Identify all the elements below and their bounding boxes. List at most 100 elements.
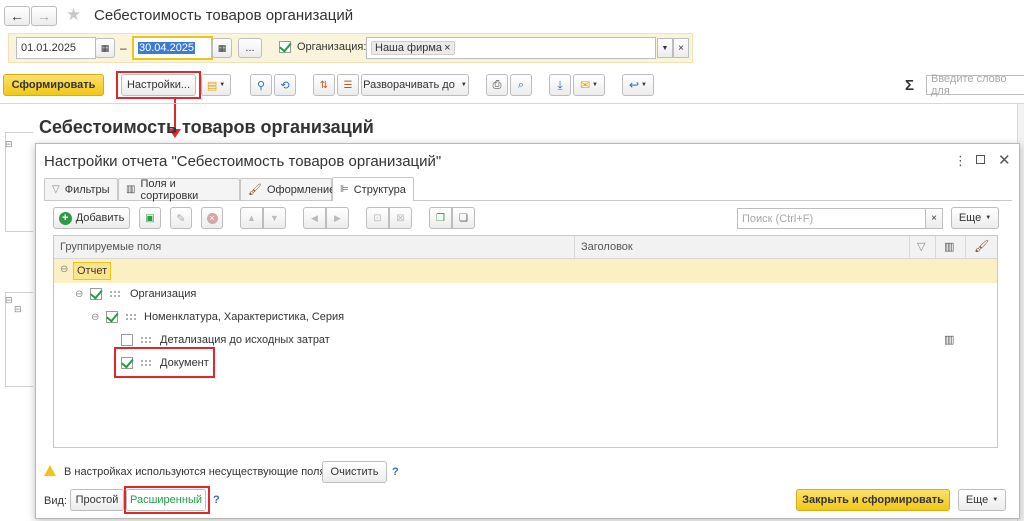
ungroup-level-icon: ⊠	[396, 212, 405, 224]
grouping-field-icon	[126, 314, 136, 320]
envelope-icon: ✉	[579, 78, 591, 92]
move-right-button[interactable]: ▶	[326, 207, 349, 229]
close-icon[interactable]: ✕	[998, 151, 1011, 169]
move-up-button[interactable]: ▲	[240, 207, 263, 229]
organization-clear-button[interactable]: ×	[673, 38, 689, 58]
view-extended-button[interactable]: Расширенный	[126, 489, 206, 511]
window-title: Себестоимость товаров организаций	[94, 7, 354, 24]
move-left-button[interactable]: ◀	[303, 207, 326, 229]
add-icon: +	[58, 211, 72, 225]
expand-to-button[interactable]: Разворачивать до ▼	[361, 74, 469, 96]
structure-more-label: Еще	[958, 212, 982, 224]
calendar-from-button[interactable]: ▦	[95, 38, 115, 58]
tree-item-document[interactable]: Документ	[160, 357, 209, 369]
chevron-down-icon: ▼	[661, 44, 669, 52]
tree-checkbox-nomenclature[interactable]	[106, 311, 118, 323]
tree-checkbox-organization[interactable]	[90, 288, 102, 300]
group-level-button[interactable]: ⊡	[366, 207, 389, 229]
save-button[interactable]: ⤓	[549, 74, 571, 96]
structure-search-input[interactable]: Поиск (Ctrl+F)	[737, 208, 926, 229]
close-icon: ×	[931, 213, 937, 224]
star-icon[interactable]: ★	[66, 5, 81, 25]
maximize-icon[interactable]	[976, 155, 985, 164]
remove-token-icon[interactable]: ×	[444, 42, 450, 54]
collapse-group-icon[interactable]: ⊟	[5, 295, 13, 306]
share-button[interactable]: ↩ ▼	[622, 74, 654, 96]
structure-more-button[interactable]: Еще ▼	[951, 207, 999, 229]
tree-item-detail[interactable]: Детализация до исходных затрат	[160, 334, 330, 346]
delete-button[interactable]: ×	[201, 207, 223, 229]
preview-button[interactable]: ⌕	[510, 74, 532, 96]
grouping-field-icon	[110, 291, 120, 297]
structure-search-clear[interactable]: ×	[925, 208, 943, 229]
date-to-field[interactable]: 30.04.2025	[132, 36, 213, 60]
brush-column-icon[interactable]: 🖌	[974, 239, 989, 253]
generate-button[interactable]: Сформировать	[3, 74, 104, 96]
tab-fields-sorting[interactable]: ▥ Поля и сортировки	[118, 178, 240, 202]
table-row[interactable]	[54, 259, 997, 283]
sort-button[interactable]: ⇅	[313, 74, 335, 96]
organization-field[interactable]: Наша фирма ×	[366, 37, 656, 59]
ungroup-level-button[interactable]: ⊠	[389, 207, 412, 229]
fields-column-icon[interactable]: ▥	[944, 240, 954, 253]
more-actions-icon[interactable]: ⋮	[954, 153, 967, 169]
settings-button[interactable]: Настройки...	[121, 74, 196, 96]
period-dash: –	[120, 41, 127, 55]
collapse-group-icon[interactable]: ⊟	[5, 139, 13, 150]
date-from-field[interactable]: 01.01.2025	[16, 37, 96, 59]
group-button[interactable]: ☰	[337, 74, 359, 96]
close-icon: ×	[678, 42, 684, 54]
close-and-generate-button[interactable]: Закрыть и сформировать	[796, 489, 950, 511]
tree-item-nomenclature[interactable]: Номенклатура, Характеристика, Серия	[144, 311, 344, 323]
period-select-button[interactable]: ...	[238, 38, 262, 58]
collapse-icon[interactable]: ⊖	[91, 312, 99, 323]
sigma-icon[interactable]: Σ	[905, 77, 914, 94]
organization-checkbox[interactable]	[279, 41, 291, 53]
structure-table-header	[54, 236, 997, 259]
forward-button[interactable]: →	[31, 6, 57, 26]
tree-item-organization[interactable]: Организация	[130, 288, 196, 300]
chevron-down-icon: ▼	[219, 82, 226, 88]
close-and-generate-label: Закрыть и сформировать	[802, 494, 944, 506]
find-next-button[interactable]: ⟲	[274, 74, 296, 96]
collapse-group-icon[interactable]: ⊟	[14, 304, 22, 315]
view-simple-button[interactable]: Простой	[70, 489, 124, 511]
generate-label: Сформировать	[11, 79, 96, 91]
back-button[interactable]: ←	[4, 6, 30, 26]
arrow-left-icon: ◀	[311, 212, 318, 223]
collapse-icon[interactable]: ⊖	[75, 289, 83, 300]
tab-structure[interactable]: ⊫ Структура	[332, 177, 414, 201]
edit-button[interactable]: ✎	[170, 207, 192, 229]
tree-checkbox-detail[interactable]	[121, 334, 133, 346]
add-button[interactable]: + Добавить	[53, 207, 130, 229]
tree-checkbox-document[interactable]	[121, 357, 133, 369]
organization-dropdown-button[interactable]: ▼	[657, 38, 673, 58]
settings-label: Настройки...	[126, 79, 191, 91]
selected-fields-icon[interactable]: ▥	[944, 333, 954, 346]
arrow-right-icon: →	[37, 8, 51, 24]
view-help-link[interactable]: ?	[213, 494, 220, 506]
paste-settings-button[interactable]: ❏	[452, 207, 475, 229]
print-button[interactable]: ⎙	[486, 74, 508, 96]
column-group-fields[interactable]: Группируемые поля	[60, 241, 161, 253]
add-grouping-icon: ▣	[145, 212, 155, 224]
help-link[interactable]: ?	[392, 466, 399, 478]
find-button[interactable]: ⚲	[250, 74, 272, 96]
move-down-button[interactable]: ▼	[263, 207, 286, 229]
report-search-input[interactable]: Введите слово для	[926, 73, 1024, 97]
filter-column-icon[interactable]: ▽	[917, 240, 925, 253]
tree-item-report[interactable]: Отчет	[73, 262, 112, 280]
tab-filters[interactable]: ▽ Фильтры	[44, 178, 118, 200]
tab-appearance[interactable]: 🖌 Оформление	[240, 178, 335, 200]
download-icon: ⤓	[557, 77, 563, 92]
report-title: Себестоимость товаров организаций	[39, 117, 374, 137]
variants-button[interactable]: ▤ ▼	[201, 74, 231, 96]
dialog-more-button[interactable]: Еще ▼	[958, 489, 1006, 511]
copy-settings-button[interactable]: ❐	[429, 207, 452, 229]
calendar-to-button[interactable]: ▦	[212, 38, 232, 58]
add-grouping-button[interactable]: ▣	[139, 207, 161, 229]
column-heading[interactable]: Заголовок	[581, 241, 633, 253]
send-button[interactable]: ✉ ▼	[573, 74, 605, 96]
collapse-icon[interactable]: ⊖	[60, 264, 68, 275]
clear-button[interactable]: Очистить	[322, 461, 387, 483]
